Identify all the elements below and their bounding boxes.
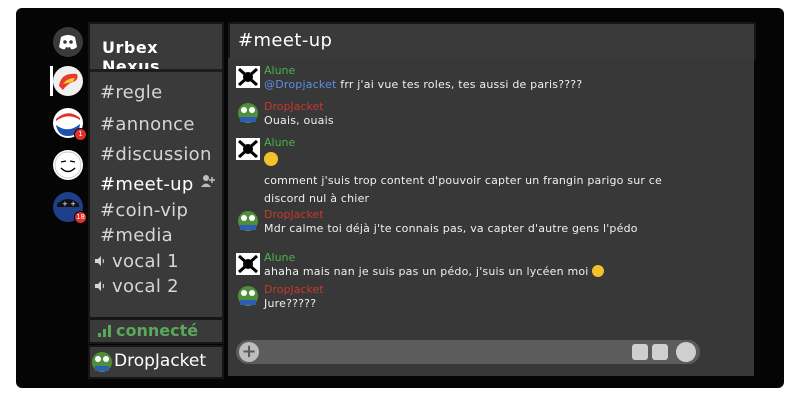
svg-text:+ +: + +	[62, 200, 76, 208]
connection-status: connecté	[88, 318, 224, 344]
message-input[interactable]: +	[236, 340, 700, 364]
server-list: 1 + + 18	[0, 0, 88, 400]
message-author[interactable]: Alune	[264, 136, 295, 149]
message-line: discord nul à chier	[264, 192, 370, 205]
server-selected-indicator	[50, 66, 53, 96]
emoji-surprised-icon	[264, 152, 278, 167]
chat-header: #meet-up	[228, 22, 756, 60]
discord-logo-icon[interactable]	[53, 27, 83, 57]
user-mention[interactable]: @Dropjacket	[264, 78, 337, 91]
channel-title: #meet-up	[238, 30, 333, 51]
channel-meet-up[interactable]: #meet-up	[100, 174, 194, 195]
user-avatar-pepe-icon[interactable]	[236, 102, 260, 124]
user-avatar-skull-icon[interactable]	[236, 66, 260, 88]
user-avatar-pepe-icon	[91, 351, 113, 377]
message-line: Jure?????	[264, 297, 317, 310]
server-avatar-red-yellow-icon[interactable]	[53, 66, 83, 96]
message-author[interactable]: DropJacket	[264, 100, 324, 113]
message-author[interactable]: DropJacket	[264, 283, 324, 296]
user-avatar-skull-icon[interactable]	[236, 253, 260, 275]
channel-discussion[interactable]: #discussion	[100, 144, 212, 165]
server-badge: 1	[74, 128, 87, 141]
server-avatar-troll-face-icon[interactable]	[53, 150, 83, 180]
username: DropJacket	[114, 351, 207, 371]
channel-annonce[interactable]: #annonce	[100, 114, 195, 135]
message-line: ahaha mais nan je suis pas un pédo, j'su…	[264, 265, 605, 278]
sticker-icon[interactable]	[632, 344, 648, 360]
divider	[90, 69, 222, 72]
message-author[interactable]: Alune	[264, 251, 295, 264]
message-list: Alune @Dropjacket frr j'ai vue tes roles…	[228, 58, 754, 376]
message-author[interactable]: Alune	[264, 64, 295, 77]
channel-coin-vip[interactable]: #coin-vip	[100, 200, 188, 221]
voice-channel-label: vocal 1	[112, 251, 179, 272]
message-line: comment j'suis trop content d'pouvoir ca…	[264, 174, 663, 187]
emoji-laughing-icon	[592, 265, 605, 277]
speaker-icon	[94, 251, 112, 272]
message-line: @Dropjacket frr j'ai vue tes roles, tes …	[264, 78, 583, 91]
emoji-picker-icon[interactable]	[676, 342, 696, 362]
user-avatar-pepe-icon[interactable]	[236, 210, 260, 232]
voice-channel-2[interactable]: vocal 2	[94, 276, 179, 297]
message-author[interactable]: DropJacket	[264, 208, 324, 221]
user-panel[interactable]: DropJacket	[88, 345, 224, 379]
voice-channel-label: vocal 2	[112, 276, 179, 297]
speaker-icon	[94, 276, 112, 297]
server-badge: 18	[74, 211, 87, 224]
gif-icon[interactable]	[652, 344, 668, 360]
user-avatar-pepe-icon[interactable]	[236, 285, 260, 307]
message-line: Mdr calme toi déjà j'te connais pas, va …	[264, 222, 638, 235]
signal-icon	[98, 325, 114, 337]
channel-sidebar: Urbex Nexus #regle #annonce #discussion …	[88, 22, 224, 319]
voice-channel-1[interactable]: vocal 1	[94, 251, 179, 272]
add-member-icon[interactable]	[200, 174, 216, 191]
status-label: connecté	[116, 321, 199, 340]
channel-media[interactable]: #media	[100, 225, 173, 246]
message-line: Ouais, ouais	[264, 114, 334, 127]
plus-icon[interactable]: +	[239, 342, 259, 362]
channel-regle[interactable]: #regle	[100, 82, 162, 103]
user-avatar-skull-icon[interactable]	[236, 138, 260, 160]
